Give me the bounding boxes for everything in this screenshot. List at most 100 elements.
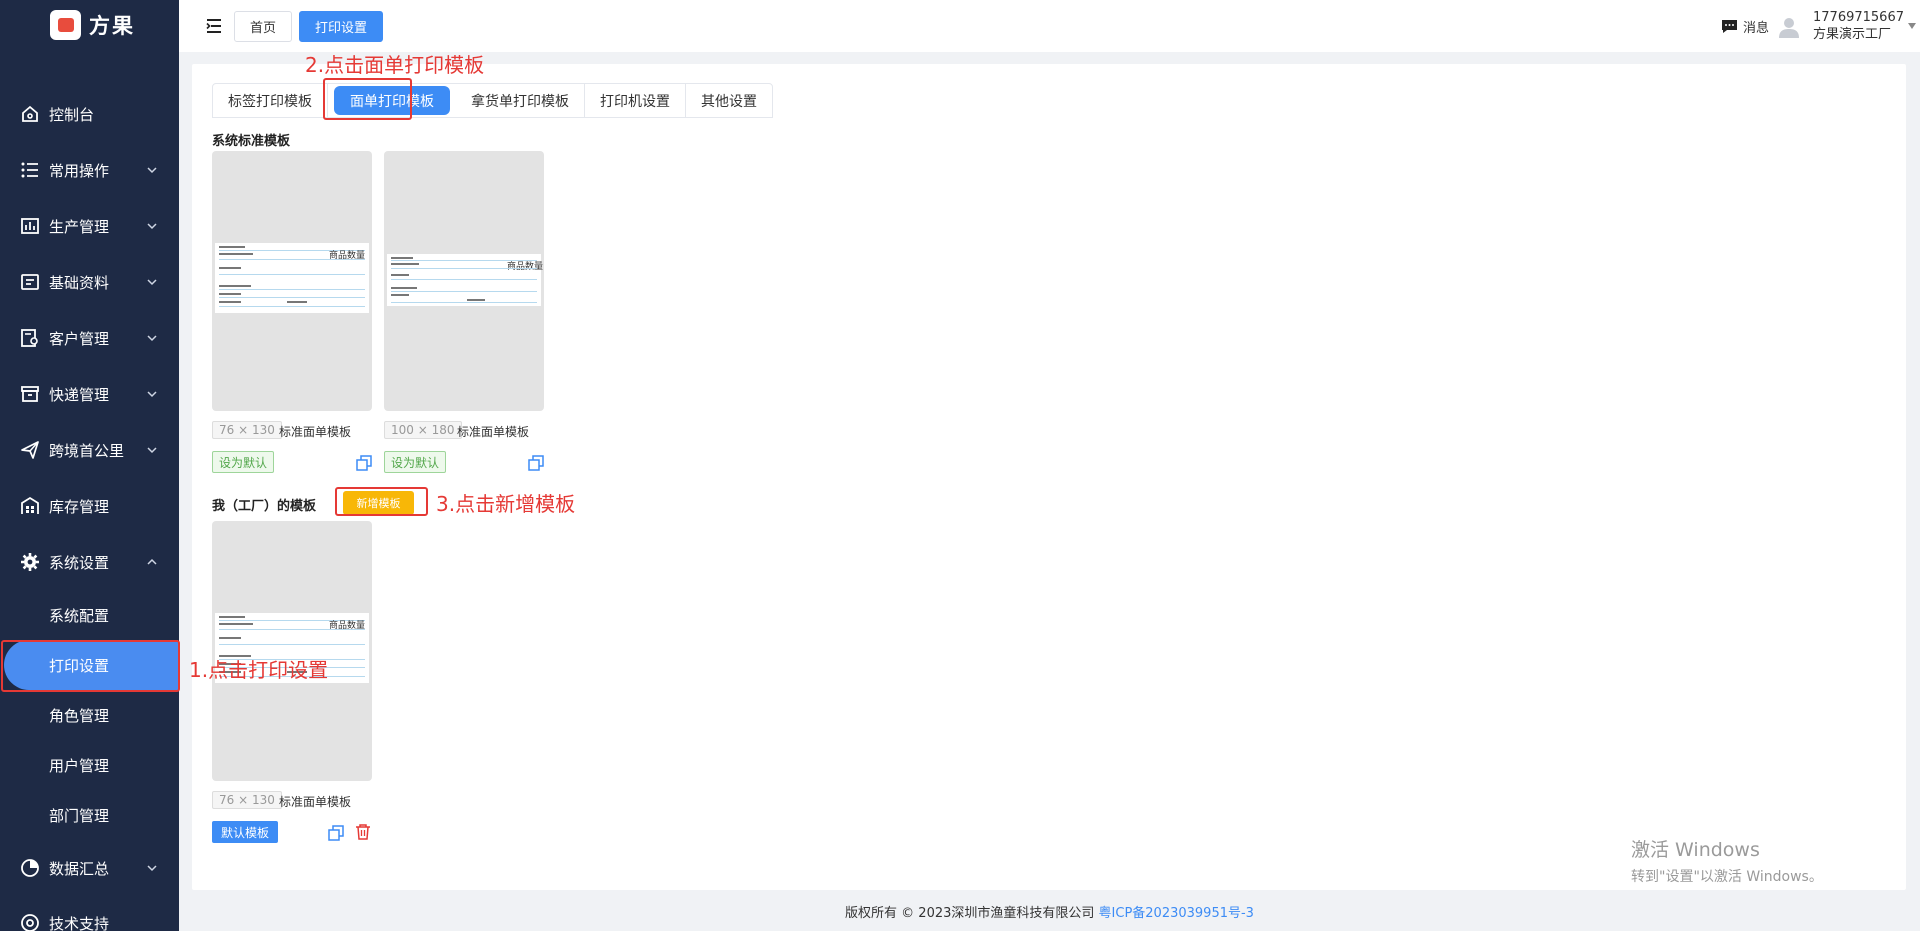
footer: 版权所有 © 2023深圳市渔童科技有限公司 粤ICP备2023039951号-… [0, 902, 1920, 921]
copy-icon[interactable] [528, 455, 544, 471]
messages-button[interactable]: 消息 [1721, 17, 1769, 36]
sidebar-item-data-summary[interactable]: 数据汇总 [0, 843, 179, 893]
system-templates-title: 系统标准模板 [212, 134, 291, 149]
customer-icon [19, 327, 41, 349]
sidebar-item-customers[interactable]: 客户管理 [0, 313, 179, 363]
chevron-down-icon [147, 447, 157, 454]
copy-icon[interactable] [356, 455, 372, 471]
chevron-down-icon [147, 167, 157, 174]
logo-icon [50, 10, 81, 40]
menu-toggle-icon[interactable] [206, 17, 222, 35]
list-icon [19, 159, 41, 181]
sidebar: 方果 控制台 常用操作 生产管理 基础资料 客户管理 快递管理 跨境首公里 库存… [0, 0, 179, 931]
annotation-box-step1 [1, 640, 180, 692]
size-tag: 76 × 130 [212, 791, 282, 809]
watermark-line1: 激活 Windows [1631, 839, 1760, 861]
size-tag: 76 × 130 [212, 421, 282, 439]
copyright-text: 版权所有 © 2023深圳市渔童科技有限公司 [845, 906, 1095, 921]
caret-down-icon[interactable] [1907, 22, 1917, 30]
warehouse-icon [19, 495, 41, 517]
template-preview[interactable]: 商品数量 [212, 151, 372, 411]
pie-icon [19, 857, 41, 879]
sidebar-subitem-departments[interactable]: 部门管理 [0, 790, 179, 840]
tab-home[interactable]: 首页 [234, 11, 293, 42]
tab-print-settings[interactable]: 打印设置 [299, 11, 384, 42]
watermark-line2: 转到"设置"以激活 Windows。 [1631, 869, 1823, 885]
sidebar-item-label: 数据汇总 [49, 859, 110, 878]
template-tabs: 标签打印模板 面单打印模板 拿货单打印模板 打印机设置 其他设置 [212, 83, 773, 118]
brand-name: 方果 [89, 14, 135, 38]
sidebar-item-label: 系统设置 [49, 553, 110, 572]
chevron-down-icon [147, 391, 157, 398]
sidebar-item-crossborder[interactable]: 跨境首公里 [0, 425, 179, 475]
user-org: 方果演示工厂 [1813, 27, 1892, 42]
template-name: 标准面单模板 [457, 425, 530, 439]
annotation-step2: 2.点击面单打印模板 [305, 53, 485, 77]
tab-pickup-template[interactable]: 拿货单打印模板 [456, 84, 585, 117]
home-icon [19, 103, 41, 125]
set-default-button[interactable]: 设为默认 [212, 451, 275, 473]
sidebar-item-label: 库存管理 [49, 497, 110, 516]
sidebar-item-label: 基础资料 [49, 273, 110, 292]
tab-label-template[interactable]: 标签打印模板 [213, 84, 328, 117]
sidebar-item-basic-data[interactable]: 基础资料 [0, 257, 179, 307]
chart-icon [19, 215, 41, 237]
receipt-heading: 商品数量 [507, 262, 544, 272]
icp-link[interactable]: 粤ICP备2023039951号-3 [1099, 906, 1254, 921]
copy-icon[interactable] [328, 825, 344, 841]
tab-printer-settings[interactable]: 打印机设置 [585, 84, 686, 117]
receipt-preview: 商品数量 [215, 243, 369, 313]
user-phone: 17769715667 [1813, 10, 1904, 25]
receipt-preview: 商品数量 [387, 254, 544, 306]
template-name: 标准面单模板 [279, 425, 352, 439]
user-info[interactable]: 17769715667 方果演示工厂 [1813, 9, 1904, 43]
sidebar-item-inventory[interactable]: 库存管理 [0, 481, 179, 531]
send-icon [19, 439, 41, 461]
template-preview[interactable]: 商品数量 [384, 151, 544, 411]
sidebar-subitem-system-config[interactable]: 系统配置 [0, 590, 179, 640]
annotation-box-step2 [323, 78, 412, 120]
trash-icon[interactable] [355, 824, 371, 840]
top-header: 首页 打印设置 消息 17769715667 方果演示工厂 [179, 0, 1920, 52]
chevron-down-icon [147, 865, 157, 872]
my-templates-title: 我（工厂）的模板 [212, 499, 317, 514]
app-logo[interactable]: 方果 [50, 10, 135, 40]
sidebar-subitem-label: 部门管理 [49, 806, 110, 825]
chevron-up-icon [147, 558, 157, 565]
default-template-button[interactable]: 默认模板 [212, 821, 279, 843]
annotation-box-step3 [335, 487, 428, 516]
annotation-step3: 3.点击新增模板 [436, 492, 576, 516]
sidebar-item-label: 控制台 [49, 105, 95, 124]
sidebar-item-production[interactable]: 生产管理 [0, 201, 179, 251]
sidebar-item-label: 生产管理 [49, 217, 110, 236]
avatar[interactable] [1779, 16, 1799, 38]
sidebar-subitem-label: 用户管理 [49, 756, 110, 775]
annotation-step1: 1.点击打印设置 [189, 658, 329, 682]
template-name: 标准面单模板 [279, 795, 352, 809]
sidebar-item-label: 客户管理 [49, 329, 110, 348]
folder-icon [19, 271, 41, 293]
tab-other-settings[interactable]: 其他设置 [686, 84, 772, 117]
sidebar-subitem-label: 角色管理 [49, 706, 110, 725]
sidebar-item-dashboard[interactable]: 控制台 [0, 89, 179, 139]
chevron-down-icon [147, 279, 157, 286]
sidebar-subitem-users[interactable]: 用户管理 [0, 740, 179, 790]
chevron-down-icon [147, 223, 157, 230]
box-icon [19, 383, 41, 405]
chevron-down-icon [147, 335, 157, 342]
sidebar-subitem-roles[interactable]: 角色管理 [0, 690, 179, 740]
sidebar-item-label: 跨境首公里 [49, 441, 125, 460]
sidebar-item-system-settings[interactable]: 系统设置 [0, 537, 179, 587]
template-preview[interactable]: 商品数量 [212, 521, 372, 781]
sidebar-item-label: 快递管理 [49, 385, 110, 404]
set-default-button[interactable]: 设为默认 [384, 451, 447, 473]
message-icon [1722, 20, 1737, 33]
sidebar-item-label: 常用操作 [49, 161, 110, 180]
size-tag: 100 × 180 [384, 421, 462, 439]
sidebar-subitem-label: 系统配置 [49, 606, 110, 625]
windows-activation-watermark: 激活 Windows 转到"设置"以激活 Windows。 [1631, 835, 1823, 886]
sidebar-item-express[interactable]: 快递管理 [0, 369, 179, 419]
sidebar-item-common-ops[interactable]: 常用操作 [0, 145, 179, 195]
messages-label: 消息 [1743, 21, 1770, 36]
gear-icon [19, 551, 41, 573]
